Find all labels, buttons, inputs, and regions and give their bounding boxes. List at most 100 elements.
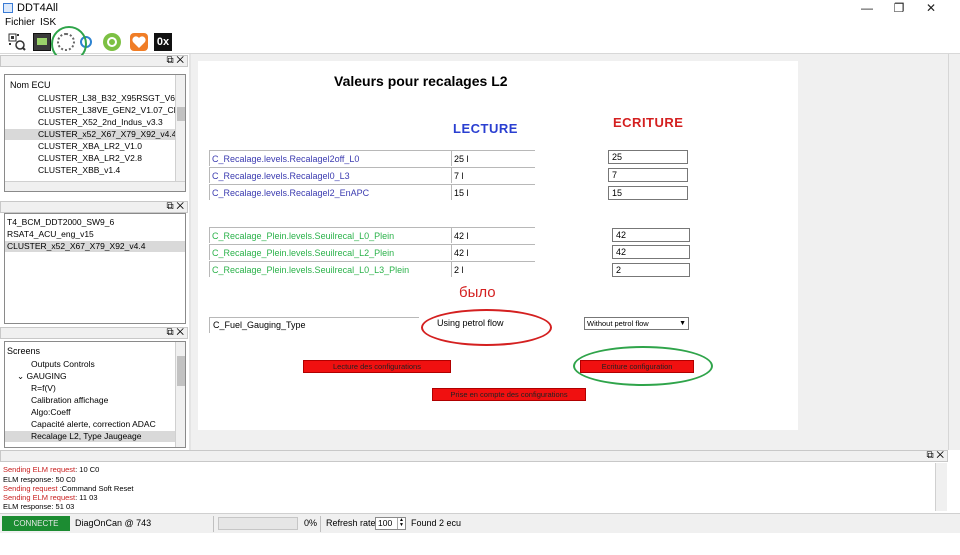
read-config-button[interactable]: Lecture des configurations [303, 360, 451, 373]
dock-buttons[interactable]: ⧉ ✕ [926, 450, 944, 461]
app-icon [3, 3, 13, 13]
tree-item[interactable]: Calibration affichage [5, 395, 177, 406]
log-line: Sending ELM request: 11 03 [3, 493, 98, 502]
fuel-gauging-select[interactable]: Without petrol flow ▼ [584, 317, 689, 330]
param-write-input[interactable]: 42 [612, 245, 690, 259]
dropdown-arrow-icon[interactable]: ▼ [679, 318, 686, 329]
minimize-button[interactable]: — [852, 0, 882, 16]
dock-buttons[interactable]: ⧉ ✕ [166, 201, 184, 212]
tree-item-label: GAUGING [26, 371, 67, 381]
tree-item[interactable]: Outputs Controls [5, 359, 177, 370]
lecture-header: LECTURE [453, 121, 518, 136]
log-prefix: Sending ELM request [3, 465, 76, 474]
list-item[interactable]: CLUSTER_XBB_v1.4 [5, 165, 177, 176]
progress-bar [218, 517, 298, 530]
log-line: ELM response: 50 C0 [3, 475, 76, 484]
found-panel-header: ⧉ ✕ [0, 201, 188, 213]
tree-item[interactable]: R=f(V) [5, 383, 177, 394]
toolbar: 0x [0, 30, 960, 54]
scroll-thumb[interactable] [177, 107, 185, 121]
tree-item-selected[interactable]: Recalage L2, Type Jaugeage [5, 431, 177, 442]
tree-item[interactable]: Algo:Coeff [5, 407, 177, 418]
title-bar: DDT4All — ❐ ✕ [0, 0, 960, 16]
select-value: Without petrol flow [587, 319, 649, 328]
vertical-scrollbar[interactable] [175, 342, 185, 447]
annotation-text: было [459, 284, 496, 301]
list-item[interactable]: CLUSTER_XBA_LR2_V1.0 [5, 141, 177, 152]
highlight-ellipse-write [573, 346, 713, 386]
log-line: Sending request :Command Soft Reset [3, 484, 134, 493]
main-vertical-scrollbar[interactable] [948, 54, 960, 450]
ecu-list-panel: Nom ECU CLUSTER_L38_B32_X95RSGT_V6.0 CLU… [4, 74, 186, 192]
log-prefix: Sending ELM request [3, 493, 76, 502]
param-read-value: 42 l [451, 244, 535, 260]
list-item[interactable]: CLUSTER_X52_2nd_Indus_v3.3 [5, 117, 177, 128]
monitor-icon[interactable] [33, 33, 51, 51]
log-panel: Sending ELM request: 10 C0 ELM response:… [0, 463, 948, 511]
menu-bar: Fichier ISK [0, 16, 960, 30]
log-text: : 51 03 [51, 502, 75, 511]
param-write-input[interactable]: 42 [612, 228, 690, 242]
log-panel-header: ⧉ ✕ [0, 450, 948, 462]
refresh-rate-value: 100 [378, 518, 393, 528]
param-write-input[interactable]: 25 [608, 150, 688, 164]
close-button[interactable]: ✕ [916, 0, 946, 16]
param-write-input[interactable]: 2 [612, 263, 690, 277]
ecriture-header: ECRITURE [613, 115, 684, 130]
divider [213, 516, 214, 532]
list-item[interactable]: T4_BCM_DDT2000_SW9_6 [5, 217, 185, 228]
screens-header: Screens [7, 346, 41, 356]
vertical-scrollbar[interactable] [175, 75, 185, 181]
log-line: Sending ELM request: 10 C0 [3, 465, 99, 474]
connect-icon[interactable] [103, 33, 121, 51]
horizontal-scrollbar[interactable] [5, 181, 185, 191]
param-label: C_Recalage.levels.Recalagel2_EnAPC [209, 184, 451, 200]
screen-title: Valeurs pour recalages L2 [334, 73, 508, 89]
list-item[interactable]: CLUSTER_L38VE_GEN2_V1.07_CHN [5, 105, 185, 116]
param-write-input[interactable]: 7 [608, 168, 688, 182]
log-text: : 11 03 [75, 493, 98, 502]
param-label: C_Recalage.levels.Recalagel2off_L0 [209, 150, 451, 166]
log-vertical-scrollbar[interactable] [935, 463, 947, 511]
log-text: :Command Soft Reset [57, 484, 134, 493]
log-prefix: Sending request [3, 484, 58, 493]
log-text: : 50 C0 [51, 475, 76, 484]
scan-ecu-icon[interactable] [8, 33, 26, 51]
window-bottom-margin [0, 533, 960, 555]
scroll-thumb[interactable] [177, 356, 185, 386]
list-item-selected[interactable]: CLUSTER_x52_X67_X79_X92_v4.4 [5, 241, 185, 252]
menu-fichier[interactable]: Fichier [5, 17, 35, 28]
status-bar: CONNECTE DiagOnCan @ 743 0% Refresh rate… [0, 513, 960, 533]
dock-buttons[interactable]: ⧉ ✕ [166, 55, 184, 66]
hex-mode-icon[interactable]: 0x [154, 33, 172, 51]
param-write-input[interactable]: 15 [608, 186, 688, 200]
divider [320, 516, 321, 532]
list-item[interactable]: RSAT4_ACU_eng_v15 [5, 229, 185, 240]
maximize-button[interactable]: ❐ [884, 0, 914, 16]
ecu-panel-header: ⧉ ✕ [0, 55, 188, 67]
list-item[interactable]: CLUSTER_XBA_LR2_V2.8 [5, 153, 177, 164]
tree-item[interactable]: Capacité alerte, correction ADAC [5, 419, 177, 430]
connection-status-badge: CONNECTE [2, 516, 70, 531]
progress-percent: 0% [304, 518, 318, 528]
param-label: C_Recalage_Plein.levels.Seuilrecal_L0_Pl… [209, 227, 451, 243]
refresh-rate-label: Refresh rate: [326, 518, 379, 528]
menu-isk[interactable]: ISK [40, 17, 56, 28]
param-read-value: 7 l [451, 167, 535, 183]
log-line: ELM response: 51 03 [3, 502, 74, 511]
list-item[interactable]: CLUSTER_L38_B32_X95RSGT_V6.0 [5, 93, 182, 104]
param-read-value: 42 l [451, 227, 535, 243]
param-label: C_Recalage.levels.Recalagel0_L3 [209, 167, 451, 183]
param-label: C_Recalage_Plein.levels.Seuilrecal_L0_L3… [209, 261, 451, 277]
apply-config-button[interactable]: Prise en compte des configurations [432, 388, 586, 401]
ecu-list-header: Nom ECU [10, 80, 51, 90]
refresh-rate-spinbox[interactable]: 100 ▲ ▼ [375, 517, 406, 530]
tree-item-gauging[interactable]: ⌄ GAUGING [5, 371, 177, 382]
found-ecu-count: Found 2 ecu [411, 518, 462, 528]
log-prefix: ELM response [3, 475, 52, 484]
param-read-value: 2 l [451, 261, 535, 277]
spin-arrows-icon[interactable]: ▲ ▼ [397, 518, 405, 529]
heart-icon[interactable] [130, 33, 148, 51]
dock-buttons[interactable]: ⧉ ✕ [166, 327, 184, 338]
list-item-selected[interactable]: CLUSTER_x52_X67_X79_X92_v4.4 [5, 129, 177, 140]
